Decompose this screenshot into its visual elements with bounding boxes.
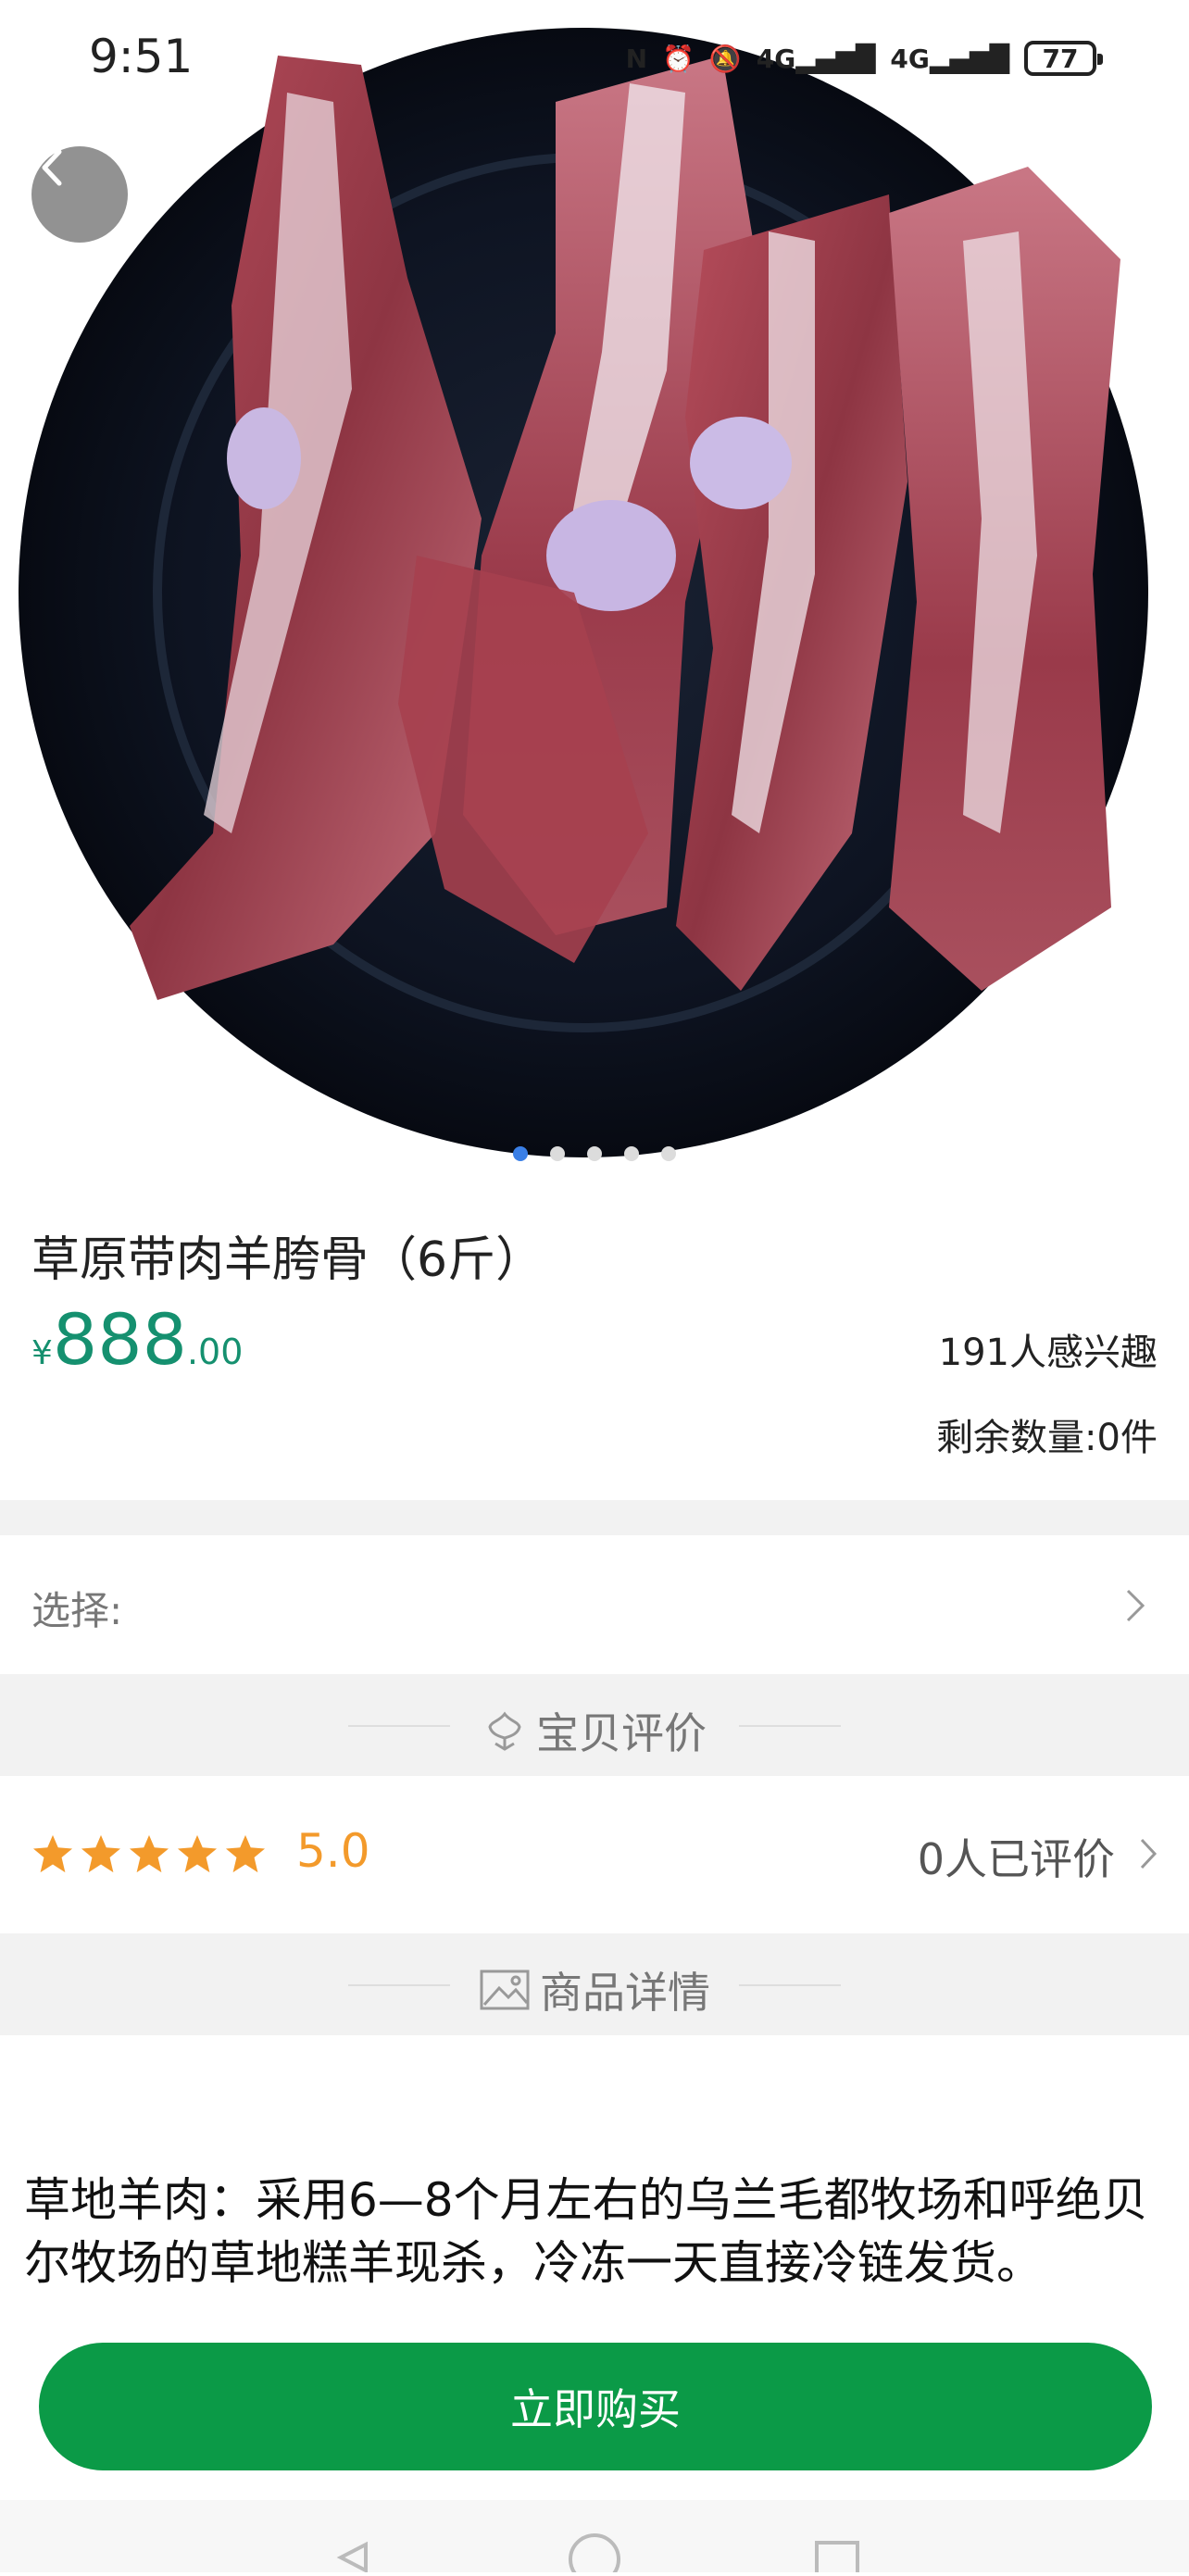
reviews-section-title: 宝贝评价	[536, 1708, 707, 1758]
signal-4g-icon: 4G▂▄▆█	[890, 43, 1009, 74]
interest-count: 191人感兴趣	[938, 1332, 1158, 1374]
image-icon	[480, 1970, 530, 2010]
star-icon	[177, 1834, 218, 1873]
price-decimal: .00	[186, 1332, 244, 1372]
signal-4g-icon: 4G▂▄▆█	[756, 43, 876, 74]
status-icons: N ⏰ 🔕 4G▂▄▆█ 4G▂▄▆█ 77	[625, 35, 1103, 81]
star-icon	[32, 1834, 73, 1873]
system-navigation-bar	[0, 2500, 1189, 2576]
product-photo-lamb-bones	[19, 28, 1148, 1157]
carousel-dot[interactable]	[624, 1146, 639, 1161]
product-description: 草地羊肉：采用6—8个月左右的乌兰毛都牧场和呼绝贝尔牧场的草地糕羊现杀，冷冻一天…	[24, 2173, 1148, 2290]
reviews-section-header: 宝贝评价	[0, 1674, 1189, 1776]
star-icon	[129, 1834, 169, 1873]
system-nav-icons	[336, 2533, 859, 2576]
details-section-header: 商品详情	[0, 1933, 1189, 2035]
carousel-dot[interactable]	[550, 1146, 565, 1161]
stock-count: 剩余数量:0件	[936, 1417, 1158, 1459]
rating-score: 5.0	[296, 1824, 370, 1878]
review-count: 0人已评价	[917, 1834, 1115, 1884]
status-time: 9:51	[89, 30, 194, 83]
star-icon	[81, 1834, 121, 1873]
nav-home-icon	[569, 2533, 620, 2576]
option-select-row[interactable]: 选择:	[0, 1535, 1189, 1674]
product-price: ¥888.00	[31, 1298, 243, 1381]
buy-now-button[interactable]: 立即购买	[39, 2343, 1152, 2470]
chevron-right-icon	[1140, 1838, 1158, 1869]
alarm-icon: ⏰	[662, 43, 695, 74]
divider	[0, 1500, 1189, 1535]
nfc-icon: N	[625, 43, 648, 74]
carousel-indicator	[0, 1146, 1189, 1161]
battery-icon: 77	[1024, 41, 1103, 76]
star-icon	[225, 1834, 266, 1873]
nav-recent-icon	[815, 2541, 859, 2576]
status-bar: 9:51 N ⏰ 🔕 4G▂▄▆█ 4G▂▄▆█ 77	[0, 0, 1189, 111]
nav-back-icon	[336, 2541, 368, 2574]
price-integer: 888	[52, 1298, 187, 1381]
back-arrow-icon	[42, 149, 62, 186]
star-rating	[31, 1833, 267, 1874]
carousel-dot[interactable]	[587, 1146, 602, 1161]
flower-icon	[488, 1711, 521, 1751]
mute-icon: 🔕	[708, 43, 742, 74]
product-image[interactable]: 9:51 N ⏰ 🔕 4G▂▄▆█ 4G▂▄▆█ 77	[0, 0, 1189, 1185]
chevron-right-icon	[1126, 1589, 1145, 1622]
product-title: 草原带肉羊胯骨（6斤）	[31, 1232, 544, 1288]
select-label: 选择:	[31, 1588, 123, 1633]
carousel-dot[interactable]	[513, 1146, 528, 1161]
details-section-title: 商品详情	[540, 1968, 710, 2018]
back-button[interactable]	[31, 146, 128, 243]
price-currency: ¥	[31, 1334, 53, 1372]
carousel-dot[interactable]	[661, 1146, 676, 1161]
rating-row[interactable]: 5.0 0人已评价	[0, 1776, 1189, 1933]
